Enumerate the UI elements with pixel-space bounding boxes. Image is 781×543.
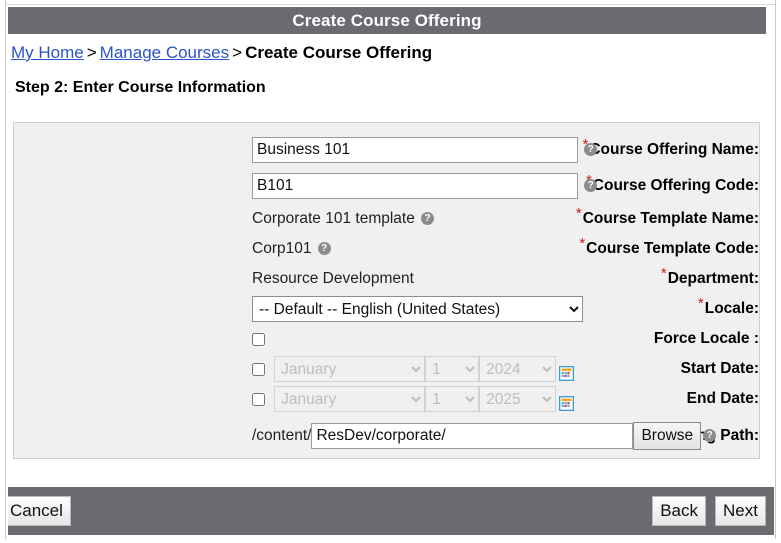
control-course-offering-code: ? bbox=[252, 171, 598, 201]
force-locale-checkbox[interactable] bbox=[252, 332, 265, 346]
start-date-day-select[interactable]: 1 bbox=[425, 356, 480, 383]
course-offering-name-input[interactable] bbox=[252, 137, 578, 164]
calendar-icon[interactable] bbox=[558, 392, 575, 411]
course-offering-code-input[interactable] bbox=[252, 173, 578, 200]
label-department: *Department: bbox=[521, 264, 759, 294]
end-date-enable-checkbox[interactable] bbox=[252, 392, 265, 406]
label-text: Course Template Code: bbox=[586, 240, 759, 257]
field-row-course-offering-path: *Course Offering Path: /content/Browse? bbox=[14, 420, 759, 452]
window-edge-right bbox=[775, 0, 781, 543]
browse-button[interactable]: Browse bbox=[633, 422, 702, 451]
help-icon[interactable]: ? bbox=[421, 211, 435, 225]
label-text: Locale: bbox=[704, 300, 759, 317]
required-asterisk: * bbox=[660, 265, 667, 282]
back-button[interactable]: Back bbox=[652, 496, 706, 526]
help-icon[interactable]: ? bbox=[584, 178, 598, 192]
field-row-course-offering-code: *Course Offering Code: ? bbox=[14, 171, 759, 201]
start-date-month-select[interactable]: January bbox=[274, 356, 426, 383]
window-edge-left bbox=[0, 0, 6, 543]
control-start-date: January 1 2024 bbox=[252, 354, 575, 384]
label-text: Course Offering Code: bbox=[592, 177, 759, 194]
locale-select[interactable]: -- Default -- English (United States) bbox=[252, 296, 583, 323]
course-information-panel: *Course Offering Name: ? *Course Offerin… bbox=[13, 122, 760, 459]
start-date-enable-checkbox[interactable] bbox=[252, 362, 265, 376]
required-asterisk: * bbox=[697, 295, 704, 312]
required-asterisk: * bbox=[575, 205, 582, 222]
field-row-force-locale: Force Locale : bbox=[14, 324, 759, 354]
start-date-year-select[interactable]: 2024 bbox=[479, 356, 557, 383]
control-course-offering-name: ? bbox=[252, 135, 598, 165]
page-title: Step 2: Enter Course Information bbox=[15, 79, 266, 96]
help-icon[interactable]: ? bbox=[584, 142, 598, 156]
label-course-template-code: *Course Template Code: bbox=[521, 234, 759, 264]
label-text: Start Date: bbox=[680, 360, 759, 377]
field-row-course-template-code: *Course Template Code: Corp101 ? bbox=[14, 234, 759, 264]
field-row-course-offering-name: *Course Offering Name: ? bbox=[14, 135, 759, 165]
footer-action-bar: Cancel Back Next bbox=[8, 487, 774, 535]
end-date-year-select[interactable]: 2025 bbox=[479, 386, 557, 413]
end-date-day-select[interactable]: 1 bbox=[425, 386, 480, 413]
cancel-button[interactable]: Cancel bbox=[8, 496, 71, 526]
label-course-template-name: *Course Template Name: bbox=[521, 204, 759, 234]
label-text: Force Locale : bbox=[653, 330, 759, 347]
label-text: Department: bbox=[667, 270, 759, 287]
next-button[interactable]: Next bbox=[715, 496, 766, 526]
control-end-date: January 1 2025 bbox=[252, 384, 575, 414]
breadcrumb-separator-2: > bbox=[232, 43, 243, 62]
field-row-locale: *Locale: -- Default -- English (United S… bbox=[14, 294, 759, 324]
control-force-locale bbox=[252, 324, 270, 354]
control-course-offering-path: /content/Browse? bbox=[252, 420, 717, 452]
control-course-template-code: Corp101 ? bbox=[252, 234, 331, 264]
course-offering-path-prefix: /content/ bbox=[252, 427, 312, 445]
control-course-template-name: Corporate 101 template ? bbox=[252, 204, 435, 234]
field-row-department: *Department: Resource Development bbox=[14, 264, 759, 294]
help-icon[interactable]: ? bbox=[317, 241, 331, 255]
course-template-code-value: Corp101 bbox=[252, 240, 312, 258]
course-template-name-value: Corporate 101 template bbox=[252, 210, 415, 228]
breadcrumb-current-page: Create Course Offering bbox=[245, 43, 433, 62]
control-department: Resource Development bbox=[252, 264, 414, 294]
end-date-month-select[interactable]: January bbox=[274, 386, 426, 413]
calendar-icon[interactable] bbox=[558, 362, 575, 381]
course-offering-path-input[interactable] bbox=[311, 423, 634, 450]
field-row-course-template-name: *Course Template Name: Corporate 101 tem… bbox=[14, 204, 759, 234]
breadcrumb: My Home > Manage Courses > Create Course Off… bbox=[11, 40, 771, 66]
label-text: Course Offering Name: bbox=[589, 141, 759, 158]
label-force-locale: Force Locale : bbox=[521, 324, 759, 354]
label-text: Course Template Name: bbox=[582, 210, 759, 227]
breadcrumb-link-my-home[interactable]: My Home bbox=[11, 43, 84, 62]
window-title-bar: Create Course Offering bbox=[8, 7, 766, 34]
page-root: Create Course Offering My Home > Manage Co… bbox=[0, 0, 781, 543]
window-edge-top bbox=[0, 0, 781, 5]
department-value: Resource Development bbox=[252, 270, 414, 288]
window-edge-bottom bbox=[0, 539, 781, 543]
label-text: End Date: bbox=[686, 390, 759, 407]
breadcrumb-link-manage-courses[interactable]: Manage Courses bbox=[100, 43, 229, 62]
field-row-start-date: Start Date: January 1 2024 bbox=[14, 354, 759, 384]
help-icon[interactable]: ? bbox=[703, 428, 717, 442]
breadcrumb-separator-1: > bbox=[86, 43, 97, 62]
control-locale: -- Default -- English (United States) bbox=[252, 294, 583, 324]
field-row-end-date: End Date: January 1 2025 bbox=[14, 384, 759, 414]
